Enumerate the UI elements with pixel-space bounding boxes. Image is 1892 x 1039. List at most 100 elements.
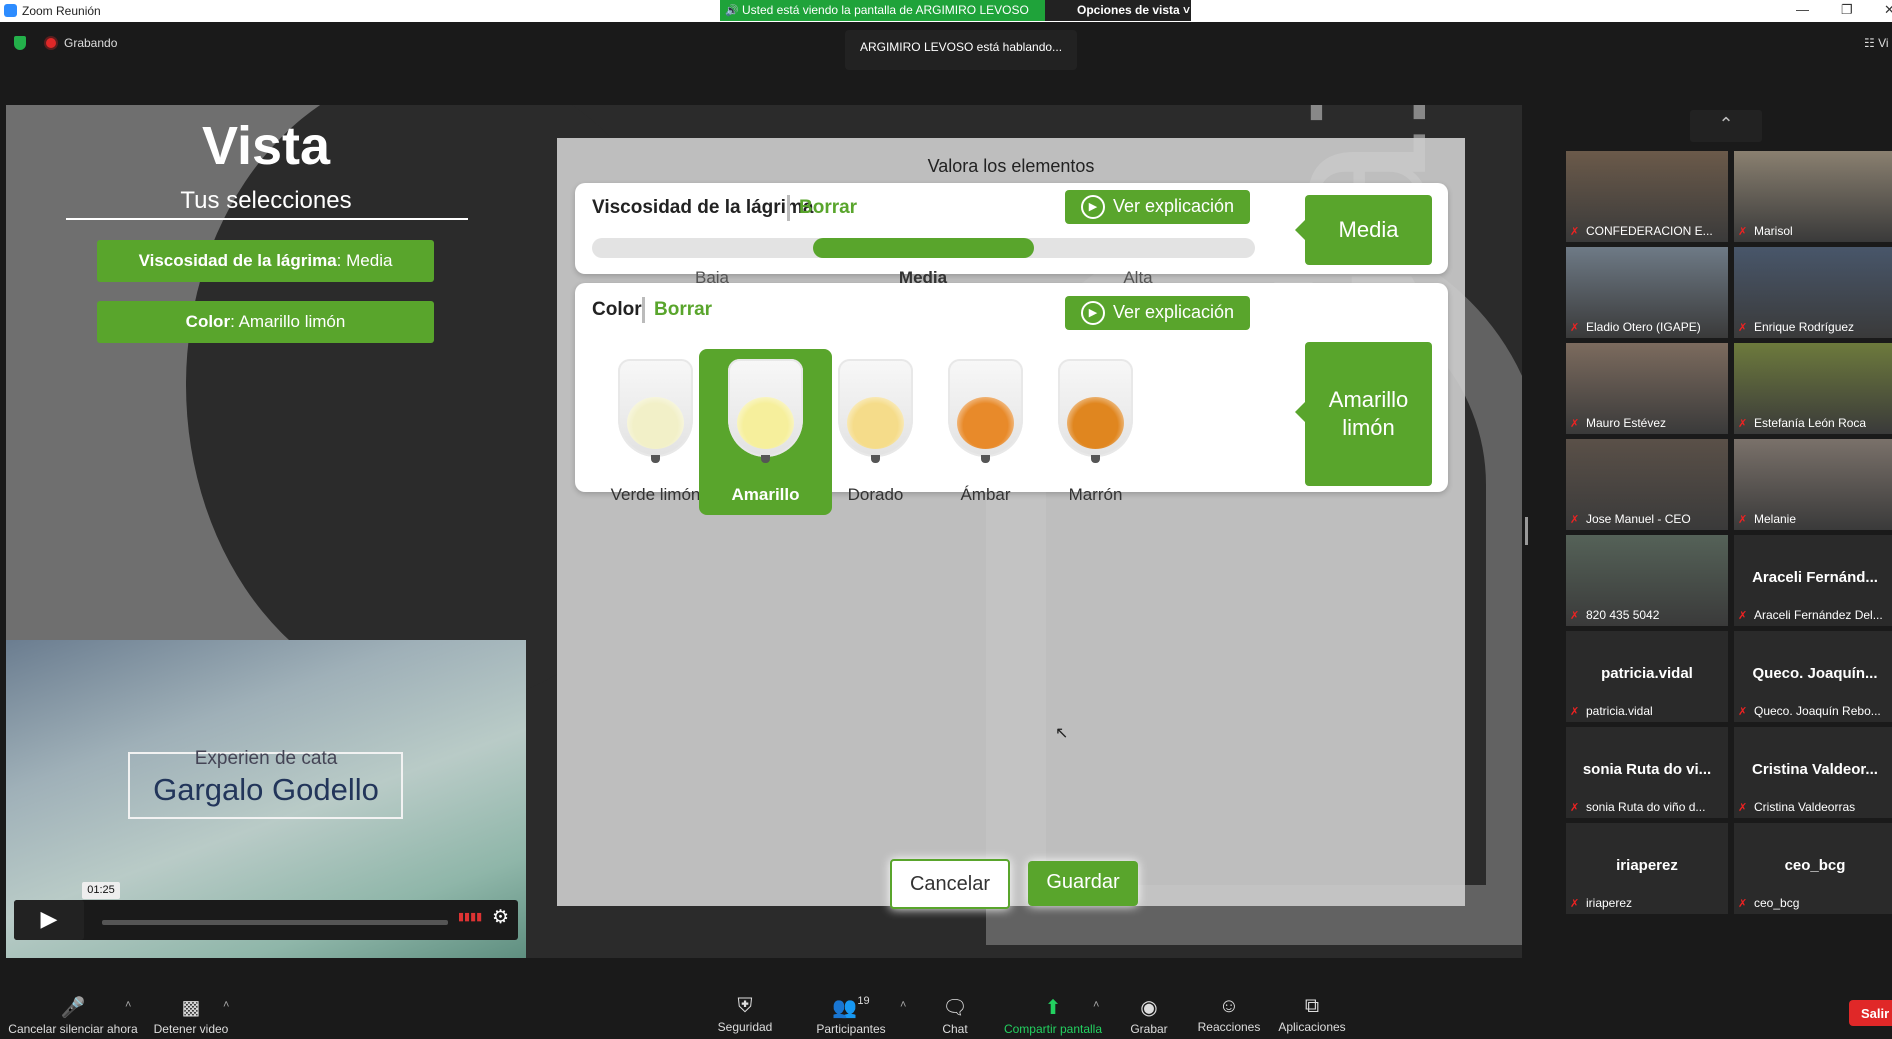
- gear-icon[interactable]: ⚙: [492, 906, 509, 929]
- selection-value: : Amarillo limón: [230, 312, 346, 331]
- muted-mic-icon: 🎤: [60, 997, 86, 1019]
- exit-button[interactable]: Salir: [1849, 1000, 1892, 1026]
- participant-display-name: iriaperez: [1616, 857, 1678, 874]
- recording-icon: [46, 38, 56, 48]
- panel-title: Vista: [201, 116, 331, 176]
- share-label: Compartir pantalla: [1003, 1022, 1103, 1036]
- participant-name: Marisol: [1754, 224, 1793, 238]
- result-label: Media: [1338, 217, 1399, 242]
- participant-tile[interactable]: ✗ Mauro Estévez: [1566, 343, 1728, 434]
- participant-display-name: Cristina Valdeor...: [1752, 761, 1878, 778]
- viscosity-explain-button[interactable]: ▶ Ver explicación: [1065, 190, 1250, 224]
- rating-dialog: Valora los elementos Viscosidad de la lá…: [557, 138, 1465, 909]
- participant-tile[interactable]: Cristina Valdeor... ✗ Cristina Valdeorras: [1734, 727, 1892, 818]
- record-button[interactable]: ◉ Grabar: [1124, 995, 1174, 1036]
- share-banner-text: Usted está viendo la pantalla de ARGIMIR…: [742, 3, 1029, 17]
- share-screen-button[interactable]: ⬆ Compartir pantalla: [1000, 995, 1106, 1036]
- stop-video-button[interactable]: ▩ Detener video: [150, 995, 232, 1036]
- viscosity-title: Viscosidad de la lágrima: [592, 197, 814, 218]
- explain-label: Ver explicación: [1113, 196, 1235, 216]
- share-screen-icon: ⬆: [1044, 997, 1062, 1019]
- smiley-plus-icon: ☺: [1218, 995, 1240, 1017]
- participant-tile[interactable]: Queco. Joaquín... ✗ Queco. Joaquín Rebo...: [1734, 631, 1892, 722]
- wine-sample: [627, 397, 684, 449]
- view-options-label: Opciones de vista: [1077, 3, 1180, 17]
- chevron-up-icon[interactable]: ˄: [223, 999, 229, 1011]
- video-player[interactable]: Experien de cata Gargalo Godello ▶ 01:25…: [6, 640, 526, 958]
- participant-tile[interactable]: iriaperez ✗ iriaperez: [1566, 823, 1728, 914]
- viscosity-clear-link[interactable]: Borrar: [799, 197, 857, 219]
- participants-icon: 👥19: [832, 995, 870, 1019]
- unmute-label: Cancelar silenciar ahora: [8, 1022, 138, 1036]
- color-card: Color Borrar ▶ Ver explicación Verde lim…: [575, 283, 1448, 515]
- participant-name: Estefanía León Roca: [1754, 416, 1867, 430]
- participant-tile[interactable]: ceo_bcg ✗ ceo_bcg: [1734, 823, 1892, 914]
- participants-button[interactable]: 👥19 Participantes: [812, 995, 890, 1036]
- wine-sample: [737, 397, 794, 449]
- wine-glass-icon: [948, 359, 1023, 463]
- wine-sample: [1067, 397, 1124, 449]
- play-icon[interactable]: ▶: [14, 900, 84, 940]
- close-icon[interactable]: ✕: [1884, 2, 1892, 18]
- participant-tile[interactable]: ✗ CONFEDERACION E...: [1566, 151, 1728, 242]
- video-progress-bar[interactable]: [102, 920, 448, 925]
- participant-name: patricia.vidal: [1586, 704, 1653, 718]
- participant-name: Araceli Fernández Del...: [1754, 608, 1883, 622]
- collapse-up-icon[interactable]: ⌃: [1690, 110, 1762, 142]
- chevron-up-icon[interactable]: ˄: [900, 999, 906, 1011]
- selections-panel: Vista Tus selecciones Viscosidad de la l…: [6, 105, 706, 705]
- color-option[interactable]: Marrón: [1029, 349, 1162, 515]
- participant-display-name: sonia Ruta do vi...: [1582, 761, 1712, 778]
- video-caption: Experien de cata: [194, 748, 338, 769]
- wine-glass-icon: [618, 359, 693, 463]
- wine-sample: [957, 397, 1014, 449]
- view-options-button[interactable]: Opciones de vista ˅: [1045, 0, 1191, 21]
- unmute-button[interactable]: 🎤 Cancelar silenciar ahora: [8, 995, 138, 1036]
- chat-button[interactable]: 🗨 Chat: [930, 995, 980, 1036]
- participants-count: 19: [857, 995, 870, 1007]
- participant-tile[interactable]: sonia Ruta do vi... ✗ sonia Ruta do viño d…: [1566, 727, 1728, 818]
- security-shield-icon[interactable]: [14, 36, 26, 50]
- color-title: Color: [592, 299, 642, 320]
- reactions-button[interactable]: ☺ Reacciones: [1196, 995, 1262, 1034]
- participant-tile[interactable]: ✗ Melanie: [1734, 439, 1892, 530]
- recording-label: Grabando: [64, 36, 118, 50]
- cancel-button[interactable]: Cancelar: [890, 859, 1010, 909]
- apps-label: Aplicaciones: [1278, 1020, 1346, 1034]
- minimize-icon[interactable]: —: [1796, 2, 1809, 17]
- participant-tile[interactable]: ✗ Enrique Rodríguez: [1734, 247, 1892, 338]
- chat-icon: 🗨: [942, 997, 968, 1019]
- wine-glass-icon: [728, 359, 803, 463]
- glass-stem: [761, 455, 770, 463]
- video-camera-icon: ▩: [181, 997, 201, 1019]
- result-pointer: [1295, 220, 1305, 240]
- selection-pill[interactable]: Viscosidad de la lágrima: Media: [97, 240, 434, 282]
- participant-tile[interactable]: ✗ 820 435 5042: [1566, 535, 1728, 626]
- participant-tile[interactable]: ✗ Marisol: [1734, 151, 1892, 242]
- viscosity-slider-selected[interactable]: [813, 238, 1034, 258]
- security-button[interactable]: ⛨ Seguridad: [712, 995, 778, 1034]
- chevron-down-icon: ˅: [1183, 3, 1191, 17]
- panel-resize-handle[interactable]: [1525, 517, 1528, 545]
- selection-pill[interactable]: Color: Amarillo limón: [97, 301, 434, 343]
- participant-tile[interactable]: ✗ Estefanía León Roca: [1734, 343, 1892, 434]
- viscosity-result: Media: [1295, 195, 1432, 265]
- chevron-up-icon[interactable]: ˄: [125, 999, 131, 1011]
- play-icon: ▶: [1081, 195, 1105, 219]
- volume-icon[interactable]: ▮▮▮▮: [458, 910, 482, 923]
- participant-tile[interactable]: ✗ Eladio Otero (IGAPE): [1566, 247, 1728, 338]
- explain-label: Ver explicación: [1113, 302, 1235, 322]
- save-button[interactable]: Guardar: [1028, 861, 1138, 906]
- participant-name: Cristina Valdeorras: [1754, 800, 1856, 814]
- apps-button[interactable]: ⧉ Aplicaciones: [1276, 995, 1348, 1034]
- view-grid-icon[interactable]: ☷ Vi: [1864, 36, 1889, 50]
- chevron-up-icon[interactable]: ˄: [1093, 999, 1099, 1011]
- restore-icon[interactable]: ❐: [1841, 2, 1853, 18]
- color-explain-button[interactable]: ▶ Ver explicación: [1065, 296, 1250, 330]
- participant-tile[interactable]: Araceli Fernánd... ✗ Araceli Fernández Del…: [1734, 535, 1892, 626]
- participant-tile[interactable]: ✗ Jose Manuel - CEO: [1566, 439, 1728, 530]
- separator: [787, 195, 790, 221]
- participant-tile[interactable]: patricia.vidal ✗ patricia.vidal: [1566, 631, 1728, 722]
- color-clear-link[interactable]: Borrar: [654, 299, 712, 321]
- participant-name: Melanie: [1754, 512, 1797, 526]
